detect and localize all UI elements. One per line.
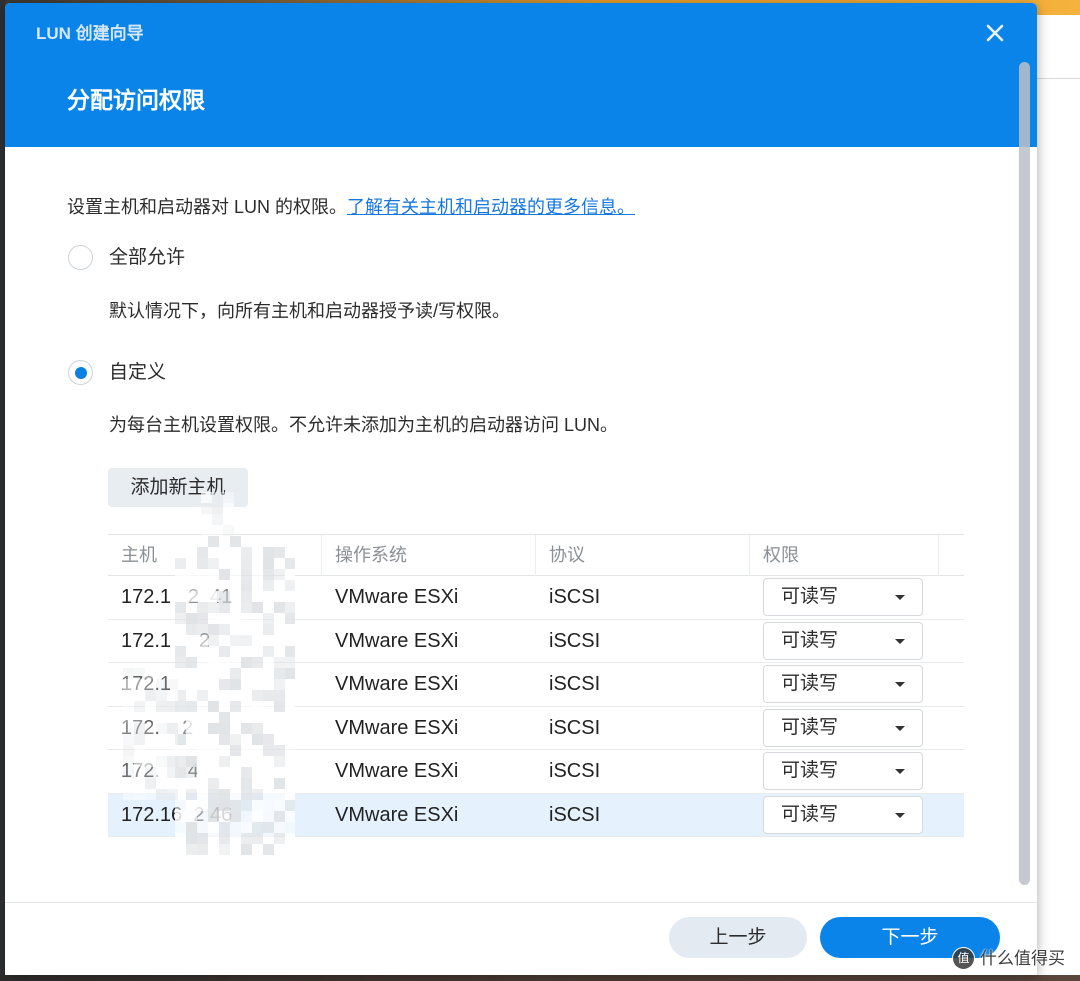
step-title: 分配访问权限: [67, 87, 205, 113]
chevron-down-icon: [895, 769, 905, 774]
option-description-allow-all: 默认情况下，向所有主机和启动器授予读/写权限。: [109, 301, 510, 321]
permission-cell: 可读写: [750, 620, 939, 663]
chevron-down-icon: [895, 682, 905, 687]
host-cell: 172.1: [121, 673, 172, 695]
permission-cell: 可读写: [750, 576, 939, 619]
watermark-text: 什么值得买: [980, 949, 1065, 968]
permission-value: 可读写: [781, 673, 839, 694]
close-button[interactable]: [984, 22, 1006, 44]
permission-dropdown[interactable]: 可读写: [763, 752, 923, 790]
protocol-cell: iSCSI: [549, 629, 601, 652]
spacer-cell: [939, 707, 964, 750]
spacer-cell: [939, 663, 964, 706]
footer-divider: [5, 902, 1037, 903]
column-header-host[interactable]: 主机: [108, 535, 322, 576]
permission-dropdown[interactable]: 可读写: [763, 665, 923, 703]
permission-dropdown[interactable]: 可读写: [763, 621, 923, 660]
spacer-cell: [939, 620, 964, 663]
protocol-cell: iSCSI: [549, 673, 601, 695]
dialog-header: LUN 创建向导 分配访问权限: [5, 3, 1037, 147]
permission-value: 可读写: [781, 803, 839, 825]
column-header-spacer: [939, 535, 964, 576]
protocol-cell: iSCSI: [549, 760, 601, 782]
host-cell: 172.16 2 46: [121, 803, 233, 826]
permission-value: 可读写: [781, 716, 839, 738]
column-header-os[interactable]: 操作系统: [322, 535, 536, 576]
host-cell: 172.1 2: [121, 629, 210, 652]
os-cell: VMware ESXi: [335, 629, 459, 652]
close-icon: [986, 24, 1004, 42]
desktop-background-bottom: [0, 975, 1080, 981]
option-label-custom[interactable]: 自定义: [109, 360, 166, 386]
table-row[interactable]: 172. 4 VMware ESXi iSCSI 可读写: [108, 750, 964, 794]
spacer-cell: [939, 794, 964, 837]
intro-text: 设置主机和启动器对 LUN 的权限。了解有关主机和启动器的更多信息。: [67, 195, 635, 219]
permission-dropdown[interactable]: 可读写: [763, 578, 923, 616]
chevron-down-icon: [895, 638, 905, 644]
spacer-cell: [939, 750, 964, 793]
os-cell: VMware ESXi: [335, 586, 459, 608]
background-window: [1037, 15, 1080, 79]
table-row[interactable]: 172.1 VMware ESXi iSCSI 可读写: [108, 663, 964, 707]
column-header-protocol[interactable]: 协议: [536, 535, 750, 576]
option-description-custom: 为每台主机设置权限。不允许未添加为主机的启动器访问 LUN。: [109, 415, 619, 435]
radio-dot: [74, 366, 87, 379]
lun-wizard-dialog: LUN 创建向导 分配访问权限 设置主机和启动器对 LUN 的权限。了解有关主机…: [5, 3, 1037, 975]
chevron-down-icon: [895, 812, 905, 818]
protocol-cell: iSCSI: [549, 586, 601, 608]
chevron-down-icon: [895, 595, 905, 600]
permission-dropdown[interactable]: 可读写: [763, 795, 923, 834]
host-cell: 172. 4: [121, 760, 199, 782]
table-row[interactable]: 172.1 2 VMware ESXi iSCSI 可读写: [108, 619, 964, 663]
permission-value: 可读写: [781, 586, 839, 607]
table-row[interactable]: 172.16 2 46 VMware ESXi iSCSI 可读写: [108, 793, 964, 837]
table-header: 主机 操作系统 协议 权限: [108, 534, 964, 576]
back-button[interactable]: 上一步: [669, 917, 807, 958]
add-host-button[interactable]: 添加新主机: [108, 468, 248, 507]
table-row[interactable]: 172. 2 VMware ESXi iSCSI 可读写: [108, 706, 964, 750]
chevron-down-icon: [895, 725, 905, 731]
os-cell: VMware ESXi: [335, 760, 459, 782]
spacer-cell: [939, 576, 964, 619]
vertical-scrollbar[interactable]: [1019, 62, 1030, 885]
os-cell: VMware ESXi: [335, 716, 459, 739]
permission-cell: 可读写: [750, 663, 939, 706]
host-permission-table: 主机 操作系统 协议 权限 172.1 2 41 VMware ESXi iSC…: [108, 534, 964, 837]
permission-value: 可读写: [781, 629, 839, 651]
host-cell: 172. 2: [121, 716, 194, 739]
option-label-allow-all[interactable]: 全部允许: [109, 245, 185, 271]
protocol-cell: iSCSI: [549, 803, 601, 826]
os-cell: VMware ESXi: [335, 673, 459, 695]
radio-allow-all[interactable]: [68, 245, 93, 270]
watermark-logo: 值: [952, 947, 975, 970]
radio-custom[interactable]: [68, 360, 93, 385]
permission-cell: 可读写: [750, 794, 939, 837]
host-cell: 172.1 2 41: [121, 586, 233, 608]
intro-description: 设置主机和启动器对 LUN 的权限。: [67, 197, 348, 217]
os-cell: VMware ESXi: [335, 803, 459, 826]
permission-value: 可读写: [781, 760, 839, 781]
permission-cell: 可读写: [750, 750, 939, 793]
learn-more-link[interactable]: 了解有关主机和启动器的更多信息。: [347, 197, 635, 217]
table-row[interactable]: 172.1 2 41 VMware ESXi iSCSI 可读写: [108, 576, 964, 620]
protocol-cell: iSCSI: [549, 716, 601, 739]
permission-cell: 可读写: [750, 707, 939, 750]
window-title: LUN 创建向导: [36, 24, 144, 43]
permission-dropdown[interactable]: 可读写: [763, 708, 923, 747]
column-header-permission[interactable]: 权限: [750, 535, 939, 576]
